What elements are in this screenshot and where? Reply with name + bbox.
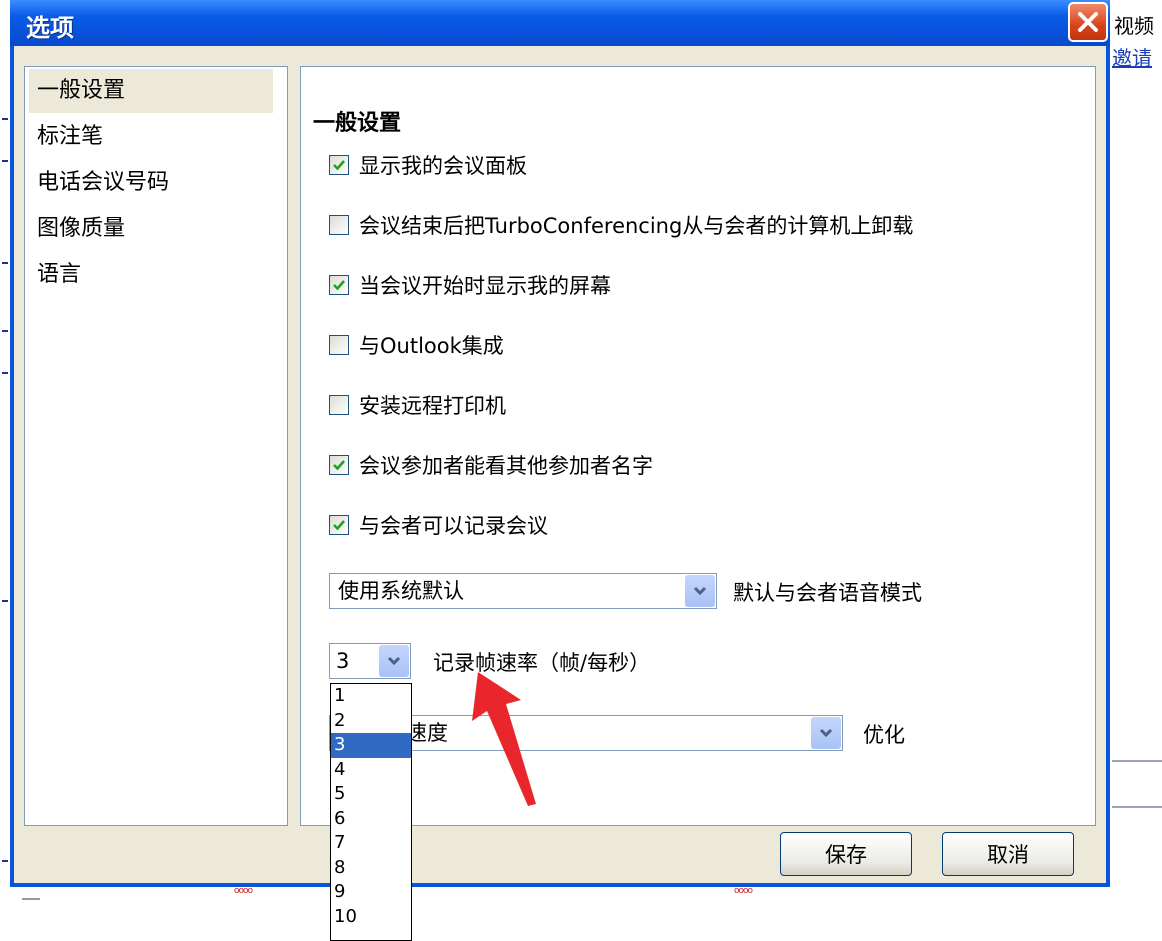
background-video-text: 视频 xyxy=(1114,14,1154,38)
optimize-label: 优化 xyxy=(863,723,905,747)
voice-mode-label: 默认与会者语音模式 xyxy=(733,581,922,605)
checkbox-box[interactable] xyxy=(329,275,349,295)
checkbox-box[interactable] xyxy=(329,215,349,235)
chevron-down-icon xyxy=(819,728,833,738)
nav-item-pen[interactable]: 标注笔 xyxy=(29,115,273,159)
background-tick xyxy=(2,330,8,332)
frame-rate-option[interactable]: 5 xyxy=(331,782,411,807)
close-button[interactable] xyxy=(1068,2,1108,42)
checkbox-box[interactable] xyxy=(329,515,349,535)
frame-rate-select[interactable]: 3 xyxy=(329,643,411,679)
chevron-down-icon xyxy=(693,586,707,596)
background-tick xyxy=(2,860,8,862)
dropdown-button[interactable] xyxy=(811,717,841,749)
checkbox-box[interactable] xyxy=(329,155,349,175)
frame-rate-option[interactable]: 7 xyxy=(331,831,411,856)
background-divider xyxy=(1112,806,1162,808)
checkbox-label: 安装远程打印机 xyxy=(359,394,506,418)
checkbox-label: 与会者可以记录会议 xyxy=(359,514,548,538)
checkbox-label: 当会议开始时显示我的屏幕 xyxy=(359,274,611,298)
chevron-down-icon xyxy=(387,656,401,666)
nav-item-general[interactable]: 一般设置 xyxy=(29,69,273,113)
background-tick xyxy=(2,372,8,374)
dropdown-button[interactable] xyxy=(685,575,715,607)
frame-rate-option-selected[interactable]: 3 xyxy=(331,733,411,758)
section-title: 一般设置 xyxy=(313,111,402,136)
frame-rate-label: 记录帧速率（帧/每秒） xyxy=(433,651,651,675)
checkbox-uninstall-after-meeting[interactable]: 会议结束后把TurboConferencing从与会者的计算机上卸载 xyxy=(329,209,913,241)
background-tick xyxy=(2,118,8,120)
background-red-mark: oooo xyxy=(734,886,753,896)
checkmark-icon xyxy=(333,460,345,471)
checkmark-icon xyxy=(333,280,345,291)
checkbox-label: 显示我的会议面板 xyxy=(359,154,527,178)
checkmark-icon xyxy=(333,520,345,531)
frame-rate-option[interactable]: 4 xyxy=(331,758,411,783)
frame-rate-option[interactable]: 10 xyxy=(331,905,411,930)
checkbox-outlook-integration[interactable]: 与Outlook集成 xyxy=(329,329,504,361)
background-invite-link[interactable]: 邀请 xyxy=(1112,42,1152,71)
save-button[interactable]: 保存 xyxy=(780,832,912,876)
background-dash xyxy=(22,898,40,900)
nav-item-image-quality[interactable]: 图像质量 xyxy=(29,207,273,251)
cancel-button[interactable]: 取消 xyxy=(942,832,1074,876)
dropdown-button[interactable] xyxy=(379,645,409,677)
nav-item-language[interactable]: 语言 xyxy=(29,253,273,297)
close-icon xyxy=(1078,12,1098,32)
checkmark-icon xyxy=(333,160,345,171)
background-tick xyxy=(2,600,8,602)
checkbox-attendees-can-record[interactable]: 与会者可以记录会议 xyxy=(329,509,548,541)
dialog-titlebar[interactable]: 选项 xyxy=(10,0,1110,46)
frame-rate-option[interactable]: 1 xyxy=(331,684,411,709)
dialog-title: 选项 xyxy=(26,14,74,42)
frame-rate-option[interactable]: 9 xyxy=(331,880,411,905)
voice-mode-select[interactable]: 使用系统默认 xyxy=(329,573,717,609)
checkbox-label: 与Outlook集成 xyxy=(359,334,504,358)
background-tick xyxy=(2,262,8,264)
background-tick xyxy=(2,160,8,162)
checkbox-label: 会议参加者能看其他参加者名字 xyxy=(359,454,653,478)
checkbox-box[interactable] xyxy=(329,335,349,355)
optimize-value: 速度 xyxy=(406,721,448,745)
voice-mode-value: 使用系统默认 xyxy=(338,579,464,603)
frame-rate-value: 3 xyxy=(336,649,350,673)
frame-rate-option[interactable]: 2 xyxy=(331,709,411,734)
checkbox-see-participant-names[interactable]: 会议参加者能看其他参加者名字 xyxy=(329,449,653,481)
general-settings-panel: 一般设置 显示我的会议面板 会议结束后把TurboConferencing从与会… xyxy=(300,66,1096,826)
dialog-client-area: 一般设置 标注笔 电话会议号码 图像质量 语言 一般设置 显示我的会议面板 会议… xyxy=(14,46,1106,883)
background-red-mark: oooo xyxy=(234,886,253,896)
checkbox-box[interactable] xyxy=(329,395,349,415)
checkbox-show-screen-on-start[interactable]: 当会议开始时显示我的屏幕 xyxy=(329,269,611,301)
checkbox-show-meeting-panel[interactable]: 显示我的会议面板 xyxy=(329,149,527,181)
options-dialog: 选项 一般设置 标注笔 电话会议号码 图像质量 语言 一般设置 显示我的会议面板 xyxy=(10,0,1110,887)
background-divider xyxy=(1112,760,1162,762)
checkbox-label: 会议结束后把TurboConferencing从与会者的计算机上卸载 xyxy=(359,214,914,238)
frame-rate-options-list[interactable]: 1 2 3 4 5 6 7 8 9 10 xyxy=(330,683,412,941)
checkbox-box[interactable] xyxy=(329,455,349,475)
frame-rate-option[interactable]: 6 xyxy=(331,807,411,832)
frame-rate-option[interactable]: 8 xyxy=(331,856,411,881)
category-list: 一般设置 标注笔 电话会议号码 图像质量 语言 xyxy=(24,66,288,826)
background-left-strip xyxy=(0,0,10,941)
checkbox-remote-printer[interactable]: 安装远程打印机 xyxy=(329,389,506,421)
nav-item-phone-numbers[interactable]: 电话会议号码 xyxy=(29,161,273,205)
